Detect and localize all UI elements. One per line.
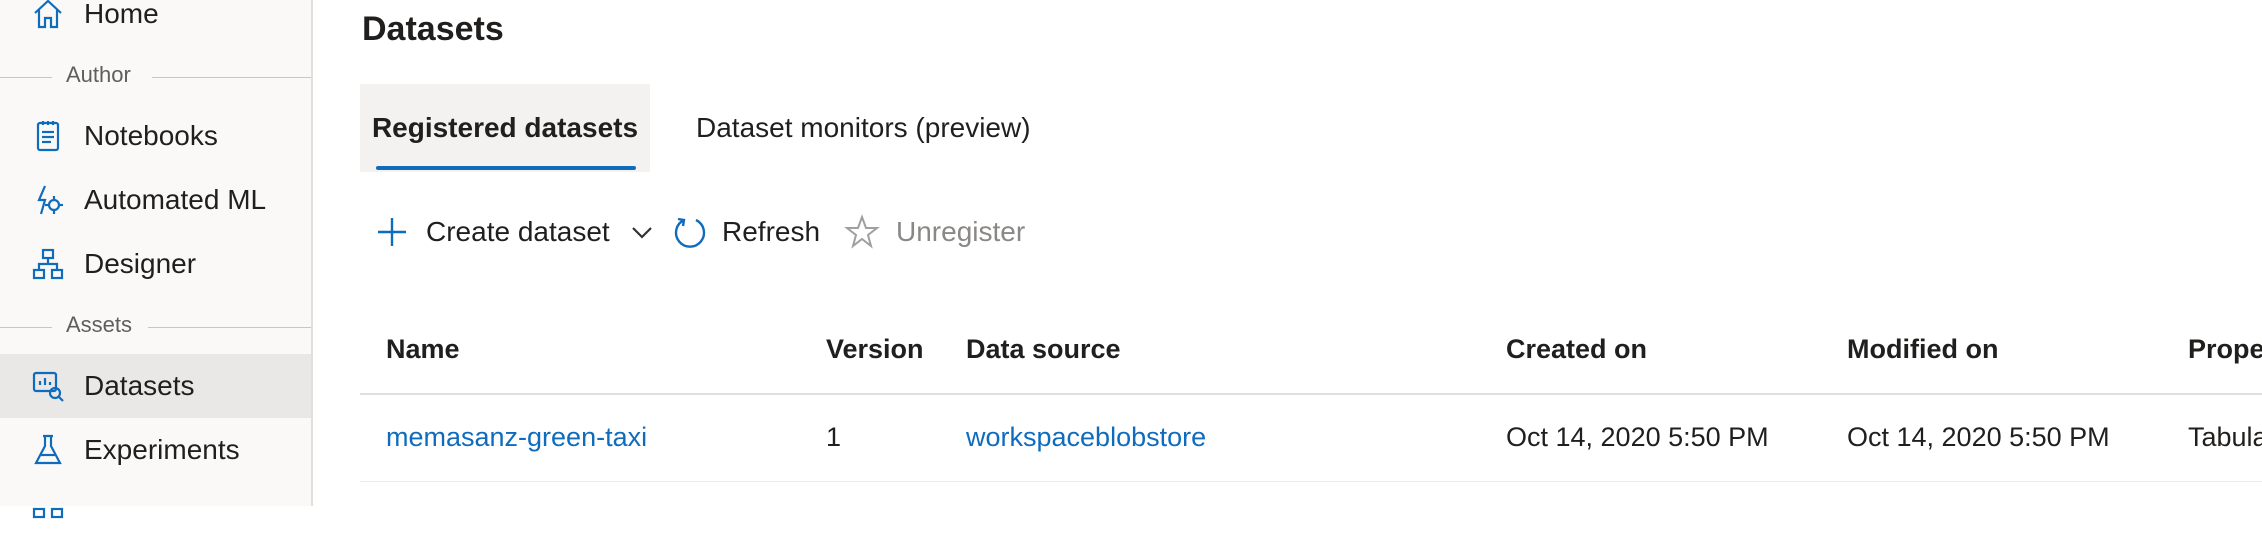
tab-dataset-monitors[interactable]: Dataset monitors (preview) xyxy=(696,84,1031,172)
left-nav-sidebar: Home Author Notebooks Automated ML Desig… xyxy=(0,0,313,519)
sidebar-item-datasets[interactable]: Datasets xyxy=(0,354,311,418)
flask-icon xyxy=(30,432,66,468)
pipelines-icon xyxy=(30,496,66,532)
divider xyxy=(0,77,52,78)
column-header-version[interactable]: Version xyxy=(826,334,924,365)
sidebar-item-label: Home xyxy=(84,0,159,29)
create-dataset-label: Create dataset xyxy=(426,216,610,247)
column-header-properties[interactable]: Proper xyxy=(2188,334,2262,365)
sidebar-item-label: Datasets xyxy=(84,370,195,401)
dataset-name-link[interactable]: memasanz-green-taxi xyxy=(386,422,647,453)
unregister-label: Unregister xyxy=(896,216,1026,247)
header-divider xyxy=(360,393,2262,395)
data-source-link[interactable]: workspaceblobstore xyxy=(966,422,1206,453)
tab-label: Registered datasets xyxy=(371,112,639,143)
section-label: Assets xyxy=(66,312,133,337)
sidebar-item-notebooks[interactable]: Notebooks xyxy=(0,104,311,168)
column-header-name[interactable]: Name xyxy=(386,334,460,365)
designer-icon xyxy=(30,246,66,282)
home-icon xyxy=(30,0,66,32)
section-label: Author xyxy=(66,62,131,87)
sidebar-item-label: Notebooks xyxy=(84,120,218,151)
section-header-assets: Assets xyxy=(0,308,311,348)
column-header-created-on[interactable]: Created on xyxy=(1506,334,1647,365)
tab-label: Dataset monitors (preview) xyxy=(696,112,1031,143)
created-on-value: Oct 14, 2020 5:50 PM xyxy=(1506,422,1769,452)
modified-on-value: Oct 14, 2020 5:50 PM xyxy=(1847,422,2110,452)
chevron-down-icon[interactable] xyxy=(624,214,660,250)
dataset-version: 1 xyxy=(826,422,842,452)
row-divider xyxy=(360,481,2262,482)
column-header-data-source[interactable]: Data source xyxy=(966,334,1121,365)
page-title: Datasets xyxy=(362,10,504,48)
properties-value: Tabula xyxy=(2188,422,2262,452)
sidebar-item-home[interactable]: Home xyxy=(0,0,311,46)
divider xyxy=(152,77,311,78)
divider xyxy=(0,327,52,328)
sidebar-item-label: Designer xyxy=(84,248,197,279)
section-header-author: Author xyxy=(0,58,311,98)
create-dataset-button[interactable]: Create dataset xyxy=(374,208,660,256)
tab-registered-datasets[interactable]: Registered datasets xyxy=(360,84,650,172)
sidebar-item-label: Experiments xyxy=(84,434,240,465)
plus-icon xyxy=(374,214,410,250)
sidebar-item-designer[interactable]: Designer xyxy=(0,232,311,296)
column-header-modified-on[interactable]: Modified on xyxy=(1847,334,1998,365)
active-tab-indicator xyxy=(376,166,636,170)
sidebar-item-experiments[interactable]: Experiments xyxy=(0,418,311,482)
star-icon xyxy=(844,214,880,250)
sidebar-item-automated-ml[interactable]: Automated ML xyxy=(0,168,311,232)
refresh-button[interactable]: Refresh xyxy=(672,208,820,256)
unregister-button[interactable]: Unregister xyxy=(844,208,1025,256)
refresh-icon xyxy=(672,214,708,250)
divider xyxy=(148,327,311,328)
datasets-icon xyxy=(30,368,66,404)
refresh-label: Refresh xyxy=(722,216,821,247)
sidebar-item-partial[interactable] xyxy=(0,482,311,546)
notebook-icon xyxy=(30,118,66,154)
automated-ml-icon xyxy=(30,182,66,218)
sidebar-item-label: Automated ML xyxy=(84,184,267,215)
